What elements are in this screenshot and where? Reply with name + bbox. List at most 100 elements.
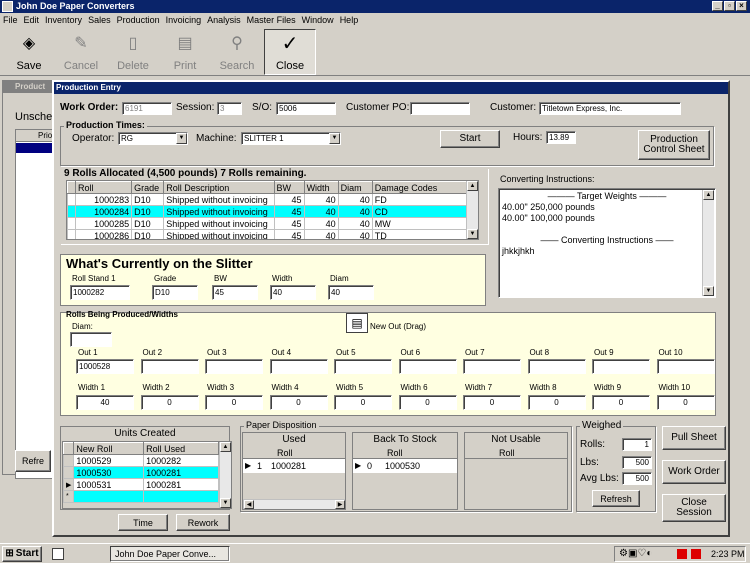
background-row[interactable] [16, 143, 54, 153]
minimize-button[interactable]: _ [712, 1, 723, 11]
delete-button[interactable]: ▯ Delete [108, 30, 158, 74]
new-out-drag-icon[interactable]: ▤ [346, 313, 368, 333]
customer-po-field[interactable] [410, 102, 470, 115]
work-order-field[interactable]: 6191 [122, 102, 172, 115]
table-row[interactable]: 1000283 D10 Shipped without invoicing 45 40 4… [67, 193, 468, 206]
scroll-down-icon[interactable]: ▼ [703, 286, 714, 296]
converting-instructions-box[interactable]: ——— Target Weights ——— 40.00" 250,000 pou… [498, 188, 716, 298]
avg-lbs-field[interactable]: 500 [622, 472, 652, 485]
menu-item[interactable]: Master Files [247, 15, 296, 25]
menu-item[interactable]: Production [117, 15, 160, 25]
table-row[interactable]: 1000284 D10 Shipped without invoicing 45 40 4… [67, 205, 468, 218]
allocated-scrollbar[interactable]: ▲ ▼ [466, 181, 478, 239]
roll-stand-field[interactable]: 1000282 [70, 285, 130, 300]
table-row[interactable]: 1000285 D10 Shipped without invoicing 45 40 4… [67, 217, 468, 230]
out-field[interactable] [527, 359, 586, 374]
row-selector[interactable] [67, 217, 77, 230]
width-out-field[interactable]: 0 [269, 395, 328, 410]
width-field[interactable]: 40 [270, 285, 316, 300]
save-button[interactable]: ◈ Save [4, 30, 54, 74]
lbs-field[interactable]: 500 [622, 456, 652, 469]
back-to-stock-roll[interactable]: 1000530 [385, 460, 420, 472]
width-out-field[interactable]: 40 [76, 395, 134, 410]
scroll-up-icon[interactable]: ▲ [467, 181, 478, 191]
scroll-right-icon[interactable]: ▶ [335, 500, 345, 509]
table-row[interactable]: 1000286 D10 Shipped without invoicing 45 40 4… [67, 229, 468, 239]
menu-item[interactable]: Window [302, 15, 334, 25]
so-field[interactable]: 5006 [276, 102, 336, 115]
refresh-button[interactable]: Refresh [592, 490, 640, 507]
out-field[interactable] [592, 359, 650, 374]
row-selector[interactable] [67, 205, 77, 218]
out-field[interactable] [656, 359, 715, 374]
operator-select[interactable]: RG ▼ [118, 132, 188, 145]
menu-item[interactable]: Invoicing [166, 15, 202, 25]
diam2-field[interactable] [70, 332, 112, 347]
menu-item[interactable]: Sales [88, 15, 111, 25]
table-row[interactable]: 1000530 1000281 [63, 466, 219, 479]
scroll-down-icon[interactable]: ▼ [220, 498, 231, 508]
row-selector[interactable] [63, 466, 75, 479]
scroll-up-icon[interactable]: ▲ [220, 442, 231, 452]
out-field[interactable]: 1000528 [76, 359, 134, 374]
row-selector[interactable]: ▶ [63, 478, 75, 491]
rework-button[interactable]: Rework [176, 514, 230, 531]
width-out-field[interactable]: 0 [656, 395, 715, 410]
scroll-left-icon[interactable]: ◀ [244, 500, 254, 509]
used-roll[interactable]: 1000281 [271, 460, 306, 472]
menu-item[interactable]: Analysis [207, 15, 241, 25]
hours-field[interactable]: 13.89 [546, 131, 576, 144]
close-session-button[interactable]: Close Session [662, 494, 726, 522]
customer-field[interactable]: Titletown Express, Inc. [539, 102, 681, 115]
menu-item[interactable]: Edit [24, 15, 40, 25]
out-field[interactable] [140, 359, 199, 374]
work-order-button[interactable]: Work Order [662, 460, 726, 484]
width-out-field[interactable]: 0 [334, 395, 392, 410]
tray-red-icon[interactable] [691, 549, 701, 559]
out-field[interactable] [269, 359, 328, 374]
tray-icons[interactable]: ⚙▣♡◐ [619, 548, 652, 559]
width-out-field[interactable]: 0 [205, 395, 263, 410]
cancel-button[interactable]: ✎ Cancel [56, 30, 106, 74]
background-refresh-button[interactable]: Refre [15, 450, 51, 472]
time-button[interactable]: Time [118, 514, 168, 531]
converting-scrollbar[interactable]: ▲ ▼ [702, 190, 714, 296]
restore-button[interactable]: ▫ [724, 1, 735, 11]
out-field[interactable] [334, 359, 392, 374]
production-control-sheet-button[interactable]: Production Control Sheet [638, 130, 710, 160]
taskbar-app-button[interactable]: John Doe Paper Conve... [110, 546, 230, 562]
search-button[interactable]: ⚲ Search [212, 30, 262, 74]
pull-sheet-button[interactable]: Pull Sheet [662, 426, 726, 450]
scroll-up-icon[interactable]: ▲ [703, 190, 714, 200]
background-tab[interactable]: Unsche [15, 111, 52, 123]
machine-select[interactable]: SLITTER 1 ▼ [241, 132, 341, 145]
grade-field[interactable]: D10 [152, 285, 198, 300]
bw-field[interactable]: 45 [212, 285, 258, 300]
row-selector[interactable] [67, 229, 77, 239]
menu-item[interactable]: Help [340, 15, 359, 25]
scroll-down-icon[interactable]: ▼ [467, 229, 478, 239]
diam-field[interactable]: 40 [328, 285, 374, 300]
start-menu-button[interactable]: ⊞ Start [2, 546, 42, 562]
menu-item[interactable]: File [3, 15, 18, 25]
used-scrollbar[interactable]: ◀ ▶ [243, 499, 345, 509]
tray-red-icon[interactable] [677, 549, 687, 559]
out-field[interactable] [205, 359, 263, 374]
menu-item[interactable]: Inventory [45, 15, 82, 25]
width-out-field[interactable]: 0 [463, 395, 521, 410]
new-row[interactable]: * [63, 490, 219, 503]
chevron-down-icon[interactable]: ▼ [176, 133, 187, 144]
width-out-field[interactable]: 0 [398, 395, 457, 410]
width-out-field[interactable]: 0 [527, 395, 586, 410]
print-button[interactable]: ▤ Print [160, 30, 210, 74]
chevron-down-icon[interactable]: ▼ [329, 133, 340, 144]
row-selector[interactable] [67, 193, 77, 206]
table-row[interactable]: ▶ 1000531 1000281 [63, 478, 219, 491]
out-field[interactable] [398, 359, 457, 374]
table-row[interactable]: 1000529 1000282 [63, 454, 219, 467]
start-button[interactable]: Start [440, 130, 500, 148]
row-selector[interactable] [63, 454, 75, 467]
units-scrollbar[interactable]: ▲ ▼ [219, 442, 231, 508]
width-out-field[interactable]: 0 [592, 395, 650, 410]
rolls-field[interactable]: 1 [622, 438, 652, 451]
